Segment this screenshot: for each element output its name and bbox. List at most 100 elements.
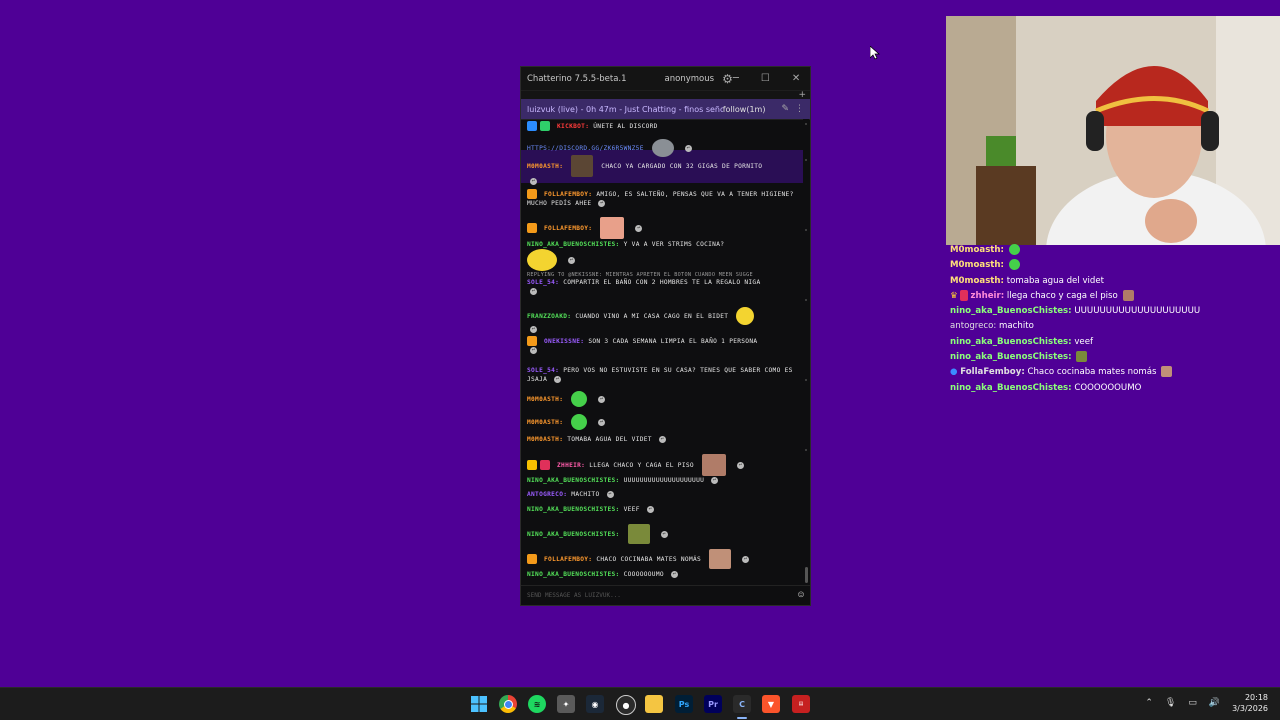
username[interactable]: FRANZZOAKD:	[527, 313, 571, 320]
reply-icon[interactable]: ↩	[670, 570, 678, 578]
reply-icon[interactable]: ↩	[598, 199, 606, 207]
username[interactable]: ANTOGRECO:	[527, 491, 567, 498]
chat-message[interactable]: ZHHEIR: LLEGA CHACO Y CAGA EL PISO ↩	[527, 454, 797, 476]
username[interactable]: SOLE_54:	[527, 367, 559, 374]
message-text: MACHITO	[571, 491, 600, 498]
steam-icon[interactable]: ◉	[586, 695, 604, 713]
windows-start-icon[interactable]	[470, 695, 488, 713]
reply-icon[interactable]: ↩	[530, 287, 537, 295]
overlay-chat-line: ♛ zhheir: llega chaco y caga el piso	[950, 289, 1280, 304]
title-bar[interactable]: Chatterino 7.5.5-beta.1 anonymous ⚙ ─ ☐ …	[521, 67, 810, 90]
reply-icon[interactable]: ↩	[568, 256, 576, 264]
network-icon[interactable]: ▭	[1188, 698, 1197, 708]
photoshop-icon[interactable]: Ps	[675, 695, 693, 713]
message-text: CHACO YA CARGADO CON 32 GIGAS DE PORNITO	[601, 163, 763, 170]
reply-icon[interactable]: ↩	[742, 555, 750, 563]
reply-icon[interactable]: ↩	[684, 144, 692, 152]
reply-icon[interactable]: ↩	[530, 346, 537, 354]
chat-message[interactable]: FOLLAFEMBOY: CHACO COCINABA MATES NOMÁS …	[527, 549, 797, 569]
webcam-image	[946, 16, 1280, 245]
username[interactable]: KICKBOT:	[557, 123, 589, 130]
message-link[interactable]: HTTPS://DISCORD.GG/ZK6R5WNZ5E	[527, 145, 644, 152]
username[interactable]: FOLLAFEMBOY:	[544, 556, 592, 563]
reply-icon[interactable]: ↩	[554, 375, 562, 383]
username[interactable]: M0M0ASTH:	[527, 396, 563, 403]
reply-icon[interactable]: ↩	[736, 461, 744, 469]
reply-icon[interactable]: ↩	[660, 530, 668, 538]
chat-message[interactable]: NINO_AKA_BUENOSCHISTES: ↩	[527, 524, 797, 544]
username[interactable]: FOLLAFEMBOY:	[544, 191, 592, 198]
reply-icon[interactable]: ↩	[530, 177, 537, 185]
username[interactable]: NINO_AKA_BUENOSCHISTES:	[527, 477, 620, 484]
overlay-chat-line: ● FollaFemboy: Chaco cocinaba mates nomá…	[950, 365, 1280, 380]
maximize-button[interactable]: ☐	[761, 73, 770, 84]
mixer-icon[interactable]: ▤	[792, 695, 810, 713]
username[interactable]: ZHHEIR:	[557, 462, 585, 469]
chat-message[interactable]: KICKBOT: ÚNETE AL DISCORD	[527, 121, 797, 131]
file-explorer-icon[interactable]	[645, 695, 663, 713]
username[interactable]: NINO_AKA_BUENOSCHISTES:	[527, 531, 620, 538]
username[interactable]: M0M0ASTH:	[527, 436, 563, 443]
chat-message[interactable]: ONEKISSNE: SON 3 CADA SEMANA LIMPIA EL B…	[527, 336, 797, 355]
follow-mode-label[interactable]: follow(1m)	[723, 105, 766, 114]
chrome-icon[interactable]	[499, 695, 517, 713]
premiere-icon[interactable]: Pr	[704, 695, 722, 713]
message-input[interactable]: SEND MESSAGE AS LUIZVUK... ☺	[521, 585, 810, 605]
chevron-up-icon[interactable]: ⌃	[1145, 698, 1153, 708]
username[interactable]: NINO_AKA_BUENOSCHISTES:	[527, 506, 620, 513]
minimize-button[interactable]: ─	[733, 73, 739, 84]
emote-icon	[527, 249, 557, 271]
reply-icon[interactable]: ↩	[646, 505, 654, 513]
volume-icon[interactable]: 🔊	[1209, 698, 1220, 708]
chat-message[interactable]: NINO_AKA_BUENOSCHISTES: COOOOOOUMO ↩	[527, 570, 797, 579]
account-switcher[interactable]: anonymous	[665, 74, 715, 84]
chat-message[interactable]: NINO_AKA_BUENOSCHISTES: VEEF ↩	[527, 505, 797, 514]
add-tab-icon[interactable]: +	[798, 90, 806, 100]
username[interactable]: SOLE_54:	[527, 279, 559, 286]
overlay-chat-line: nino_aka_BuenosChistes: veef	[950, 335, 1280, 350]
gear-icon[interactable]: ⚙	[722, 72, 733, 86]
chat-message[interactable]: ANTOGRECO: MACHITO ↩	[527, 490, 797, 499]
username[interactable]: ONEKISSNE:	[544, 338, 584, 345]
app-a-icon[interactable]: ✦	[557, 695, 575, 713]
username[interactable]: NINO_AKA_BUENOSCHISTES:	[527, 571, 620, 578]
more-options-icon[interactable]: ⋮	[795, 104, 804, 114]
overlay-message: machito	[999, 321, 1034, 332]
reply-icon[interactable]: ↩	[598, 418, 606, 426]
username[interactable]: M0M0ASTH:	[527, 163, 563, 170]
chat-message[interactable]: M0M0ASTH: ↩	[527, 391, 797, 407]
emoji-picker-icon[interactable]: ☺	[798, 590, 804, 601]
split-header[interactable]: luizvuk (live) - 0h 47m - Just Chatting …	[521, 99, 810, 120]
reply-icon[interactable]: ↩	[606, 490, 614, 498]
microphone-icon[interactable]: 🎙	[1165, 698, 1176, 708]
chat-message[interactable]: M0M0ASTH: ↩	[527, 414, 797, 430]
chat-message[interactable]: FOLLAFEMBOY: AMIGO, ES SALTEÑO, PENSAS Q…	[527, 189, 797, 208]
overlay-chat: M0moasth: M0moasth: M0moasth: tomaba agu…	[950, 243, 1280, 396]
chat-message[interactable]: SOLE_54: COMPARTIR EL BAÑO CON 2 HOMBRES…	[527, 278, 797, 296]
scrollbar-thumb[interactable]	[805, 567, 808, 583]
username[interactable]: M0M0ASTH:	[527, 419, 563, 426]
clock[interactable]: 20:18 3/3/2026	[1232, 692, 1268, 714]
scrollbar[interactable]	[803, 119, 809, 587]
chat-message[interactable]: M0M0ASTH: CHACO YA CARGADO CON 32 GIGAS …	[527, 155, 797, 186]
chat-message[interactable]: NINO_AKA_BUENOSCHISTES: UUUUUUUUUUUUUUUU…	[527, 476, 797, 485]
reply-icon[interactable]: ↩	[635, 224, 643, 232]
chat-message[interactable]: FRANZZOAKD: CUANDO VINO A MI CASA CAGO E…	[527, 307, 797, 334]
brave-icon[interactable]: ▼	[762, 695, 780, 713]
username[interactable]: FOLLAFEMBOY:	[544, 225, 592, 232]
reply-icon[interactable]: ↩	[598, 395, 606, 403]
message-list[interactable]: KICKBOT: ÚNETE AL DISCORD HTTPS://DISCOR…	[521, 119, 804, 587]
chat-message[interactable]: M0M0ASTH: TOMABA AGUA DEL VIDET ↩	[527, 435, 797, 444]
spotify-icon[interactable]: ≋	[528, 695, 546, 713]
reply-icon[interactable]: ↩	[658, 435, 666, 443]
pen-icon[interactable]: ✎	[781, 104, 789, 114]
reply-icon[interactable]: ↩	[711, 476, 719, 484]
close-button[interactable]: ✕	[792, 73, 800, 84]
chat-message[interactable]: NINO_AKA_BUENOSCHISTES: Y VA A VER STRIM…	[527, 240, 797, 271]
username[interactable]: NINO_AKA_BUENOSCHISTES:	[527, 241, 620, 248]
chatterino-icon[interactable]: C	[733, 695, 751, 713]
reply-icon[interactable]: ↩	[530, 325, 537, 333]
chat-message[interactable]: FOLLAFEMBOY: ↩	[527, 217, 797, 239]
obs-icon[interactable]: ●	[616, 695, 636, 715]
chat-message[interactable]: SOLE_54: PERO VOS NO ESTUVISTE EN SU CAS…	[527, 366, 797, 384]
